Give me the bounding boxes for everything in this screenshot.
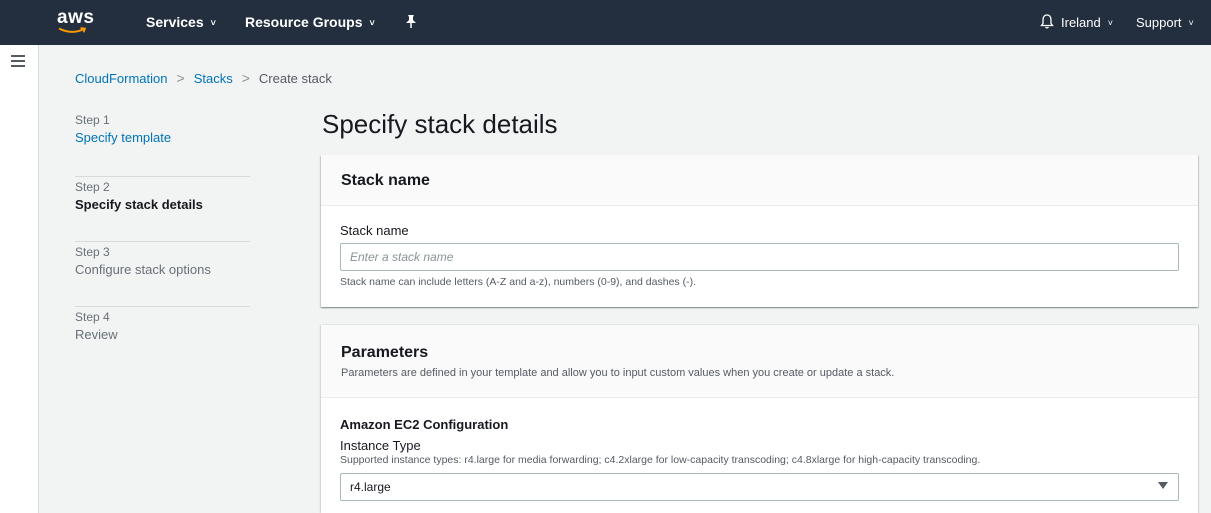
instance-type-select[interactable]: r4.large — [340, 473, 1179, 501]
hamburger-menu-icon[interactable] — [11, 55, 25, 67]
step-configure-stack-options: Configure stack options — [75, 262, 211, 277]
region-label: Ireland — [1061, 15, 1101, 30]
pin-icon[interactable] — [405, 14, 417, 30]
breadcrumb-separator: > — [176, 70, 185, 86]
bell-icon[interactable] — [1040, 13, 1054, 30]
breadcrumb: CloudFormation > Stacks > Create stack — [75, 70, 332, 86]
wizard-step-4: Step 4 Review — [75, 307, 250, 372]
panel-header: Stack name — [321, 155, 1198, 206]
stack-name-label: Stack name — [340, 223, 409, 238]
region-menu[interactable]: Ireland ˅ — [1061, 0, 1113, 45]
chevron-down-icon: ˅ — [1107, 18, 1114, 28]
top-navigation-bar: aws Services ˅ Resource Groups ˅ Ireland ˅ … — [0, 0, 1211, 45]
resource-groups-label: Resource Groups — [245, 14, 363, 30]
breadcrumb-separator: > — [241, 70, 250, 86]
panel-description: Parameters are defined in your template … — [341, 367, 895, 379]
aws-logo-text: aws — [57, 7, 95, 28]
panel-title: Stack name — [341, 172, 430, 189]
wizard-steps: Step 1 Specify template Step 2 Specify s… — [75, 112, 250, 372]
chevron-down-icon: ˅ — [210, 18, 216, 28]
stack-name-panel: Stack name Stack name Stack name can inc… — [321, 155, 1198, 307]
wizard-step-1: Step 1 Specify template — [75, 112, 250, 177]
dropdown-arrow-icon — [1158, 482, 1168, 489]
panel-header: Parameters Parameters are defined in you… — [321, 325, 1198, 398]
breadcrumb-cloudformation[interactable]: CloudFormation — [75, 71, 168, 86]
step-number: Step 3 — [75, 245, 110, 259]
step-review: Review — [75, 327, 118, 342]
wizard-step-3: Step 3 Configure stack options — [75, 242, 250, 307]
instance-type-label: Instance Type — [340, 438, 421, 453]
aws-logo[interactable]: aws — [57, 7, 95, 38]
section-title: Amazon EC2 Configuration — [340, 417, 509, 432]
instance-type-selected-value: r4.large — [350, 480, 391, 494]
aws-smile-icon — [58, 27, 87, 33]
step-number: Step 4 — [75, 310, 110, 324]
wizard-step-2: Step 2 Specify stack details — [75, 177, 250, 242]
step-number: Step 2 — [75, 180, 110, 194]
panel-title: Parameters — [341, 344, 429, 361]
resource-groups-menu[interactable]: Resource Groups ˅ — [245, 0, 375, 45]
step-specify-stack-details: Specify stack details — [75, 197, 203, 212]
chevron-down-icon: ˅ — [1188, 18, 1194, 28]
step-number: Step 1 — [75, 113, 110, 127]
page-title: Specify stack details — [322, 109, 558, 139]
stack-name-input[interactable] — [340, 243, 1179, 271]
chevron-down-icon: ˅ — [369, 18, 375, 28]
side-navigation-rail — [0, 45, 39, 513]
step-specify-template-link[interactable]: Specify template — [75, 129, 250, 147]
services-menu[interactable]: Services ˅ — [146, 0, 216, 45]
breadcrumb-create-stack: Create stack — [258, 71, 332, 86]
stack-name-hint: Stack name can include letters (A-Z and … — [340, 276, 696, 288]
parameters-panel: Parameters Parameters are defined in you… — [321, 325, 1198, 513]
support-menu[interactable]: Support ˅ — [1136, 0, 1194, 45]
instance-type-hint: Supported instance types: r4.large for m… — [340, 454, 981, 466]
services-label: Services — [146, 14, 204, 30]
support-label: Support — [1136, 15, 1182, 30]
breadcrumb-stacks[interactable]: Stacks — [194, 71, 233, 86]
